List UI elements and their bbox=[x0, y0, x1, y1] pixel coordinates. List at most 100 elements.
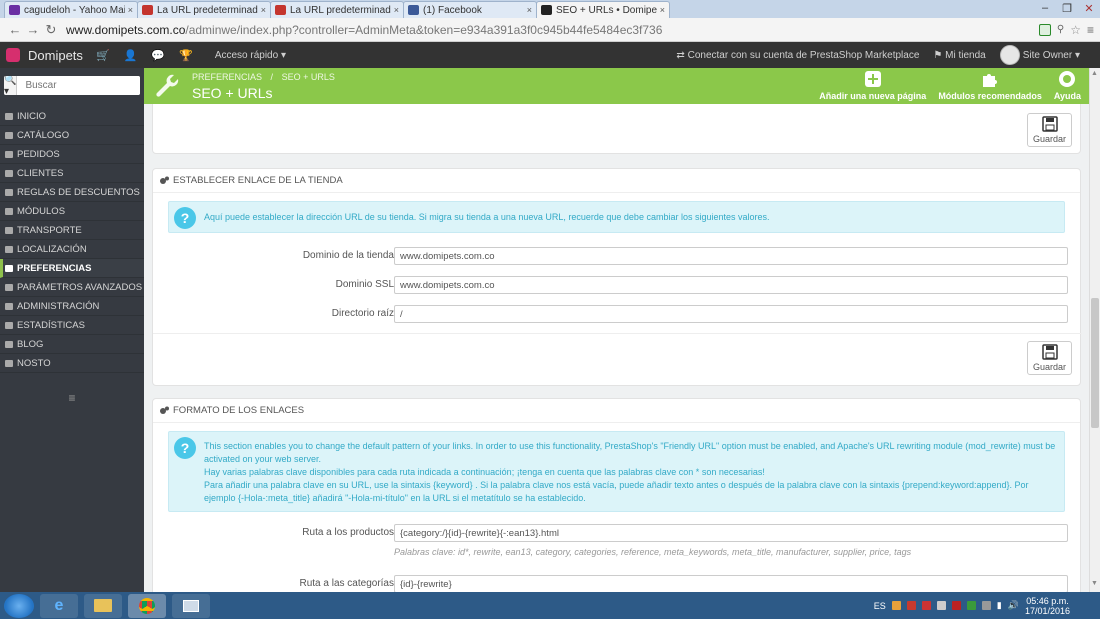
scroll-up-icon[interactable]: ▲ bbox=[1091, 70, 1098, 77]
menu-icon[interactable]: ≡ bbox=[1087, 23, 1094, 37]
browser-tab-facebook[interactable]: (1) Facebook × bbox=[403, 1, 537, 18]
tray-app-icon[interactable] bbox=[906, 601, 916, 610]
save-button[interactable]: Guardar bbox=[1027, 113, 1072, 147]
save-button[interactable]: Guardar bbox=[1027, 341, 1072, 375]
sidebar-item-catalogo[interactable]: CATÁLOGO bbox=[0, 126, 144, 145]
url-field[interactable]: www.domipets.com.co/adminwe/index.php?co… bbox=[66, 21, 1039, 39]
taskbar-chrome[interactable] bbox=[128, 593, 166, 618]
tab-close-icon[interactable]: × bbox=[128, 5, 133, 15]
nosto-icon bbox=[5, 359, 13, 367]
sidebar-item-pedidos[interactable]: PEDIDOS bbox=[0, 145, 144, 164]
info-alert: ? Aquí puede establecer la dirección URL… bbox=[168, 201, 1065, 233]
system-clock[interactable]: 05:46 p.m. 17/01/2016 bbox=[1025, 596, 1070, 616]
tab-close-icon[interactable]: × bbox=[660, 5, 665, 15]
truck-icon bbox=[5, 226, 13, 234]
brand-logo[interactable]: Domipets bbox=[0, 48, 92, 63]
home-icon bbox=[5, 112, 13, 120]
cog-icon bbox=[5, 302, 13, 310]
root-directory-input[interactable]: / bbox=[394, 305, 1068, 323]
sidebar-item-parametros[interactable]: PARÁMETROS AVANZADOS bbox=[0, 278, 144, 297]
back-icon[interactable]: ← bbox=[6, 22, 24, 37]
tab-close-icon[interactable]: × bbox=[527, 5, 532, 15]
scrollbar-thumb[interactable] bbox=[1091, 298, 1099, 428]
search-input[interactable] bbox=[17, 76, 140, 95]
shop-domain-row: Dominio de la tienda www.domipets.com.co bbox=[153, 247, 1082, 265]
search-box: 🔍▾ bbox=[4, 76, 140, 95]
product-route-row: Ruta a los productos {category:/}{id}-{r… bbox=[153, 524, 1082, 542]
tray-app-icon[interactable] bbox=[921, 601, 931, 610]
taskbar-app[interactable] bbox=[172, 593, 210, 618]
minimize-icon[interactable]: – bbox=[1034, 0, 1056, 16]
page-scrollbar[interactable]: ▲ ▼ bbox=[1089, 68, 1100, 592]
star-icon[interactable]: ☆ bbox=[1070, 23, 1081, 37]
admin-header: Domipets 🛒 👤 💬 🏆 Acceso rápido ▾ ⇄ Conec… bbox=[0, 42, 1100, 68]
trophy-icon[interactable]: 🏆 bbox=[179, 49, 193, 62]
search-type-button[interactable]: 🔍▾ bbox=[4, 76, 18, 95]
taskbar: e ES ▮ 🔊 05:46 p.m. 17/01/2016 bbox=[0, 592, 1100, 619]
tray-app-icon[interactable] bbox=[981, 601, 991, 610]
sidebar-item-nosto[interactable]: NOSTO bbox=[0, 354, 144, 373]
add-page-button[interactable]: Añadir una nueva página bbox=[819, 70, 926, 101]
browser-tab-url-2[interactable]: La URL predeterminada es × bbox=[270, 1, 404, 18]
link-format-panel: FORMATO DE LOS ENLACES ? This section en… bbox=[152, 398, 1081, 592]
prestashop-logo-icon bbox=[6, 48, 20, 62]
close-window-icon[interactable]: ✕ bbox=[1078, 0, 1100, 16]
my-shop-link[interactable]: ⚑ Mi tienda bbox=[933, 50, 985, 61]
help-button[interactable]: Ayuda bbox=[1054, 70, 1081, 101]
sidebar-item-inicio[interactable]: INICIO bbox=[0, 107, 144, 126]
breadcrumb-preferencias[interactable]: PREFERENCIAS bbox=[192, 72, 262, 82]
sidebar: 🔍▾ INICIO CATÁLOGO PEDIDOS CLIENTES REGL… bbox=[0, 68, 144, 592]
breadcrumb-seo[interactable]: SEO + URLS bbox=[282, 72, 335, 82]
marketplace-link[interactable]: ⇄ Conectar con su cuenta de PrestaShop M… bbox=[676, 50, 919, 61]
ssl-domain-input[interactable]: www.domipets.com.co bbox=[394, 276, 1068, 294]
network-icon[interactable]: ▮ bbox=[997, 600, 1002, 611]
browser-tab-yahoo[interactable]: cagudeloh - Yahoo Mail × bbox=[4, 1, 138, 18]
root-directory-row: Directorio raíz / bbox=[153, 305, 1082, 323]
quick-access-menu[interactable]: Acceso rápido ▾ bbox=[215, 50, 286, 61]
sidebar-item-estadisticas[interactable]: ESTADÍSTICAS bbox=[0, 316, 144, 335]
user-menu[interactable]: Site Owner ▾ bbox=[999, 45, 1080, 65]
browser-tab-url-1[interactable]: La URL predeterminada es × bbox=[137, 1, 271, 18]
sidebar-item-modulos[interactable]: MÓDULOS bbox=[0, 202, 144, 221]
tab-close-icon[interactable]: × bbox=[394, 5, 399, 15]
sidebar-item-reglas[interactable]: REGLAS DE DESCUENTOS bbox=[0, 183, 144, 202]
plus-square-icon bbox=[864, 71, 881, 87]
tray-app-icon[interactable] bbox=[951, 601, 961, 610]
scroll-down-icon[interactable]: ▼ bbox=[1091, 580, 1098, 587]
product-route-input[interactable]: {category:/}{id}-{rewrite}{-:ean13}.html bbox=[394, 524, 1068, 542]
shop-domain-input[interactable]: www.domipets.com.co bbox=[394, 247, 1068, 265]
forward-icon[interactable]: → bbox=[24, 22, 42, 37]
extension-icon[interactable] bbox=[1038, 23, 1051, 36]
sidebar-item-blog[interactable]: BLOG bbox=[0, 335, 144, 354]
collapse-menu-icon[interactable]: ≡ bbox=[0, 391, 144, 405]
pin-icon[interactable]: ⚲ bbox=[1057, 24, 1064, 35]
volume-icon[interactable]: 🔊 bbox=[1008, 600, 1019, 611]
taskbar-explorer[interactable] bbox=[84, 593, 122, 618]
tray-app-icon[interactable] bbox=[891, 601, 901, 610]
folder-icon bbox=[94, 599, 112, 612]
connect-icon: ⇄ bbox=[676, 49, 688, 61]
language-indicator[interactable]: ES bbox=[874, 601, 886, 611]
reload-icon[interactable]: ↻ bbox=[42, 22, 60, 38]
sidebar-item-localizacion[interactable]: LOCALIZACIÓN bbox=[0, 240, 144, 259]
comment-icon[interactable]: 💬 bbox=[151, 49, 165, 62]
breadcrumb-separator: / bbox=[270, 72, 274, 82]
windows-start-icon[interactable] bbox=[4, 593, 34, 618]
tray-app-icon[interactable] bbox=[966, 601, 976, 610]
sidebar-item-preferencias[interactable]: PREFERENCIAS bbox=[0, 259, 144, 278]
recommended-modules-button[interactable]: Módulos recomendados bbox=[938, 70, 1042, 101]
url-host: www.domipets.com.co bbox=[66, 22, 186, 37]
credit-card-icon bbox=[5, 150, 13, 158]
maximize-icon[interactable]: ❐ bbox=[1056, 0, 1078, 16]
user-icon[interactable]: 👤 bbox=[124, 49, 138, 62]
category-route-input[interactable]: {id}-{rewrite} bbox=[394, 575, 1068, 592]
sidebar-item-transporte[interactable]: TRANSPORTE bbox=[0, 221, 144, 240]
globe-icon bbox=[5, 245, 13, 253]
sidebar-item-clientes[interactable]: CLIENTES bbox=[0, 164, 144, 183]
sidebar-item-administracion[interactable]: ADMINISTRACIÓN bbox=[0, 297, 144, 316]
cart-icon[interactable]: 🛒 bbox=[96, 49, 110, 62]
taskbar-ie[interactable]: e bbox=[40, 593, 78, 618]
tray-app-icon[interactable] bbox=[936, 601, 946, 610]
browser-tab-seo-urls[interactable]: SEO + URLs • Domipets × bbox=[536, 1, 670, 18]
tab-close-icon[interactable]: × bbox=[261, 5, 266, 15]
